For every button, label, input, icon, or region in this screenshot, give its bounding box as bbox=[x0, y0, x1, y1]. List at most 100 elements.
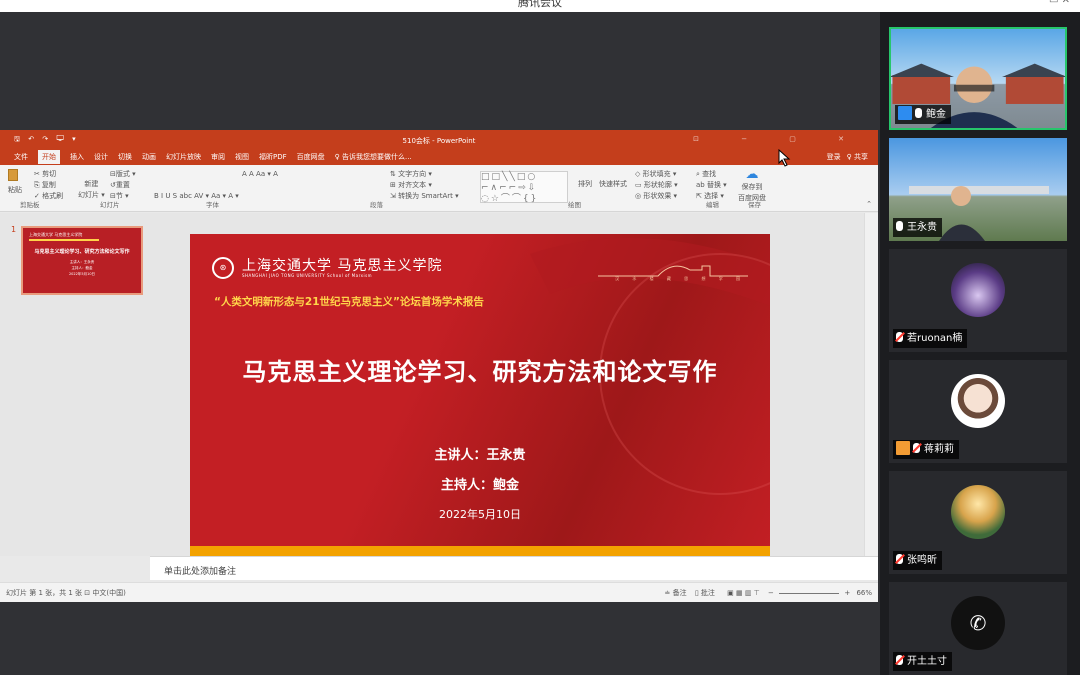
forum-title: “人类文明新形态与21世纪马克思主义”论坛首场学术报告 bbox=[214, 296, 484, 308]
new-slide-button[interactable]: 新建 幻灯片 ▾ bbox=[78, 179, 105, 201]
login-link[interactable]: 登录 bbox=[827, 152, 841, 162]
participant-tile[interactable]: 蒋莉莉 bbox=[889, 360, 1067, 463]
participant-avatar bbox=[951, 485, 1005, 539]
menu-animations[interactable]: 动画 bbox=[142, 152, 156, 162]
slide-count-status: 幻灯片 第 1 张，共 1 张 ⊡ 中文(中国) bbox=[6, 589, 126, 597]
menu-insert[interactable]: 插入 bbox=[70, 152, 84, 162]
menu-slideshow[interactable]: 幻灯片放映 bbox=[166, 152, 201, 162]
copy-button[interactable]: ⎘ 复制 bbox=[34, 180, 63, 191]
find-button[interactable]: ⌕ 查找 bbox=[696, 169, 727, 180]
lecture-title: 马克思主义理论学习、研究方法和论文写作 bbox=[242, 358, 718, 386]
mouse-pointer-icon bbox=[778, 149, 791, 167]
notes-pane[interactable]: 单击此处添加备注 bbox=[150, 556, 878, 580]
font-label: 字体 bbox=[206, 201, 219, 209]
paste-button[interactable]: 粘贴 bbox=[8, 185, 22, 196]
mic-muted-icon bbox=[896, 655, 903, 665]
participant-name: 开土土寸 bbox=[907, 656, 947, 667]
paragraph-label: 段落 bbox=[370, 201, 383, 209]
ppt-titlebar: 🖫 ↶ ↷ 🖵 ▾ 510会标 - PowerPoint ⊡ − ▢ ✕ bbox=[0, 130, 878, 149]
participant-name: 张鸣昕 bbox=[907, 555, 937, 566]
font-size-buttons[interactable]: A A Aa ▾ A bbox=[154, 169, 278, 180]
participant-tile[interactable]: 鲍金 bbox=[889, 27, 1067, 130]
tell-me-search[interactable]: ♀ 告诉我您想要做什么... bbox=[335, 152, 412, 162]
ppt-window-controls[interactable]: ⊡ − ▢ ✕ bbox=[693, 135, 864, 143]
slide-vertical-scrollbar[interactable] bbox=[864, 213, 878, 556]
participant-label: 王永贵 bbox=[893, 218, 942, 237]
menu-home[interactable]: 开始 bbox=[38, 150, 60, 164]
shared-screen: 🖫 ↶ ↷ 🖵 ▾ 510会标 - PowerPoint ⊡ − ▢ ✕ 文件 … bbox=[0, 12, 880, 675]
window-title: 腾讯会议 bbox=[518, 0, 562, 9]
clipboard-actions: ✂ 剪切 ⎘ 复制 ✓ 格式刷 bbox=[34, 169, 63, 202]
save-label: 保存 bbox=[748, 201, 761, 209]
participant-tile[interactable]: 张鸣昕 bbox=[889, 471, 1067, 574]
share-button[interactable]: ♀ 共享 bbox=[847, 152, 868, 162]
thumbnail-date: 2022年5月10日 bbox=[68, 272, 96, 276]
font-group: A A Aa ▾ A B I U S abc AV ▾ Aa ▾ A ▾ bbox=[154, 169, 278, 202]
view-buttons[interactable]: ▣ ▦ ▥ ⊤ bbox=[727, 589, 760, 597]
mic-muted-icon bbox=[913, 443, 920, 453]
arrange-button[interactable]: 排列 bbox=[578, 179, 592, 190]
shape-effects-button[interactable]: ◎ 形状效果 ▾ bbox=[635, 191, 678, 202]
layout-button[interactable]: ⊟版式 ▾ bbox=[110, 169, 136, 180]
quick-styles-button[interactable]: 快速样式 bbox=[599, 179, 627, 190]
participant-tile[interactable]: 若ruonan楠 bbox=[889, 249, 1067, 352]
menu-transitions[interactable]: 切换 bbox=[118, 152, 132, 162]
replace-button[interactable]: ab 替换 ▾ bbox=[696, 180, 727, 191]
thumbnail-header: 上海交通大学 马克思主义学院 bbox=[29, 232, 83, 237]
save-line1: 保存到 bbox=[741, 183, 763, 191]
window-controls[interactable]: ▭ ✕ bbox=[1049, 0, 1070, 6]
clipboard-group: 粘贴 bbox=[8, 169, 22, 196]
lecture-date: 2022年5月10日 bbox=[439, 508, 521, 521]
notes-placeholder: 单击此处添加备注 bbox=[164, 567, 237, 577]
host-badge-icon bbox=[898, 106, 912, 120]
participant-tile[interactable]: ✆ 开土土寸 bbox=[889, 582, 1067, 675]
zoom-level[interactable]: 66% bbox=[856, 589, 872, 597]
participant-name: 若ruonan楠 bbox=[907, 333, 963, 344]
menu-design[interactable]: 设计 bbox=[94, 152, 108, 162]
slide-thumbnail[interactable]: 上海交通大学 马克思主义学院 马克思主义理论学习、研究方法和论文写作 主讲人：王… bbox=[21, 226, 143, 295]
menu-view[interactable]: 视图 bbox=[235, 152, 249, 162]
thumbnail-speaker: 主讲人：王永贵 bbox=[69, 260, 95, 264]
cohost-badge-icon bbox=[896, 441, 910, 455]
menu-file[interactable]: 文件 bbox=[14, 152, 28, 162]
host-line: 主持人：鲍金 bbox=[440, 478, 519, 493]
slides-label: 幻灯片 bbox=[100, 201, 120, 209]
align-text-button[interactable]: ⊞ 对齐文本 ▾ bbox=[390, 180, 459, 191]
editing-label: 编辑 bbox=[706, 201, 719, 209]
skyline-text: 汉 水 楼 藏 思 想 学 园 bbox=[615, 276, 746, 281]
mic-muted-icon bbox=[896, 332, 903, 342]
reset-button[interactable]: ↺重置 bbox=[110, 180, 136, 191]
zoom-slider[interactable]: − + bbox=[768, 589, 850, 597]
ribbon-home: 粘贴 ✂ 剪切 ⎘ 复制 ✓ 格式刷 剪贴板 新建 幻灯片 ▾ ⊟版式 ▾ ↺重… bbox=[0, 165, 878, 212]
university-brand: 上海交通大学 马克思主义学院 bbox=[242, 258, 443, 274]
collapse-ribbon-icon[interactable]: ⌃ bbox=[866, 199, 872, 210]
participant-name: 王永贵 bbox=[907, 222, 937, 233]
shape-format-actions: ◇ 形状填充 ▾ ▭ 形状轮廓 ▾ ◎ 形状效果 ▾ bbox=[635, 169, 678, 202]
mic-on-icon bbox=[915, 108, 922, 118]
university-seal: ⊛ bbox=[212, 257, 234, 279]
participant-tile[interactable]: 王永贵 bbox=[889, 138, 1067, 241]
participant-name: 蒋莉莉 bbox=[924, 444, 954, 455]
thumbnail-title: 马克思主义理论学习、研究方法和论文写作 bbox=[34, 249, 130, 255]
menu-review[interactable]: 审阅 bbox=[211, 152, 225, 162]
participant-label: 开土土寸 bbox=[893, 652, 952, 671]
shapes-gallery[interactable]: □□╲╲□○ ⌐∧⌐⌐⇨⇩ ◌☆⌒⌒{} bbox=[480, 171, 568, 204]
clipboard-label: 剪贴板 bbox=[20, 201, 40, 209]
notes-toggle[interactable]: ≐ 备注 bbox=[665, 589, 687, 597]
comments-toggle[interactable]: ▯ 批注 bbox=[695, 589, 715, 597]
slide-canvas[interactable]: ⊛ 上海交通大学 马克思主义学院 SHANGHAI JIAO TONG UNIV… bbox=[190, 234, 770, 560]
menu-baidu-netdisk[interactable]: 百度网盘 bbox=[297, 152, 325, 162]
convert-smartart-button[interactable]: ⇲ 转换为 SmartArt ▾ bbox=[390, 191, 459, 202]
text-direction-button[interactable]: ⇅ 文字方向 ▾ bbox=[390, 169, 459, 180]
slides-actions: ⊟版式 ▾ ↺重置 ⊟节 ▾ bbox=[110, 169, 136, 202]
shape-fill-button[interactable]: ◇ 形状填充 ▾ bbox=[635, 169, 678, 180]
phone-avatar-icon: ✆ bbox=[951, 596, 1005, 650]
netdisk-icon: ☁ bbox=[745, 167, 759, 182]
ppt-status-bar: 幻灯片 第 1 张，共 1 张 ⊡ 中文(中国) ≐ 备注 ▯ 批注 ▣ ▦ ▥… bbox=[0, 582, 878, 602]
university-brand-sub: SHANGHAI JIAO TONG UNIVERSITY School of … bbox=[242, 273, 373, 278]
shape-outline-button[interactable]: ▭ 形状轮廓 ▾ bbox=[635, 180, 678, 191]
cut-button[interactable]: ✂ 剪切 bbox=[34, 169, 63, 180]
participant-avatar bbox=[951, 263, 1005, 317]
menu-foxit-pdf[interactable]: 福昕PDF bbox=[259, 152, 287, 162]
participant-label: 若ruonan楠 bbox=[893, 329, 968, 348]
